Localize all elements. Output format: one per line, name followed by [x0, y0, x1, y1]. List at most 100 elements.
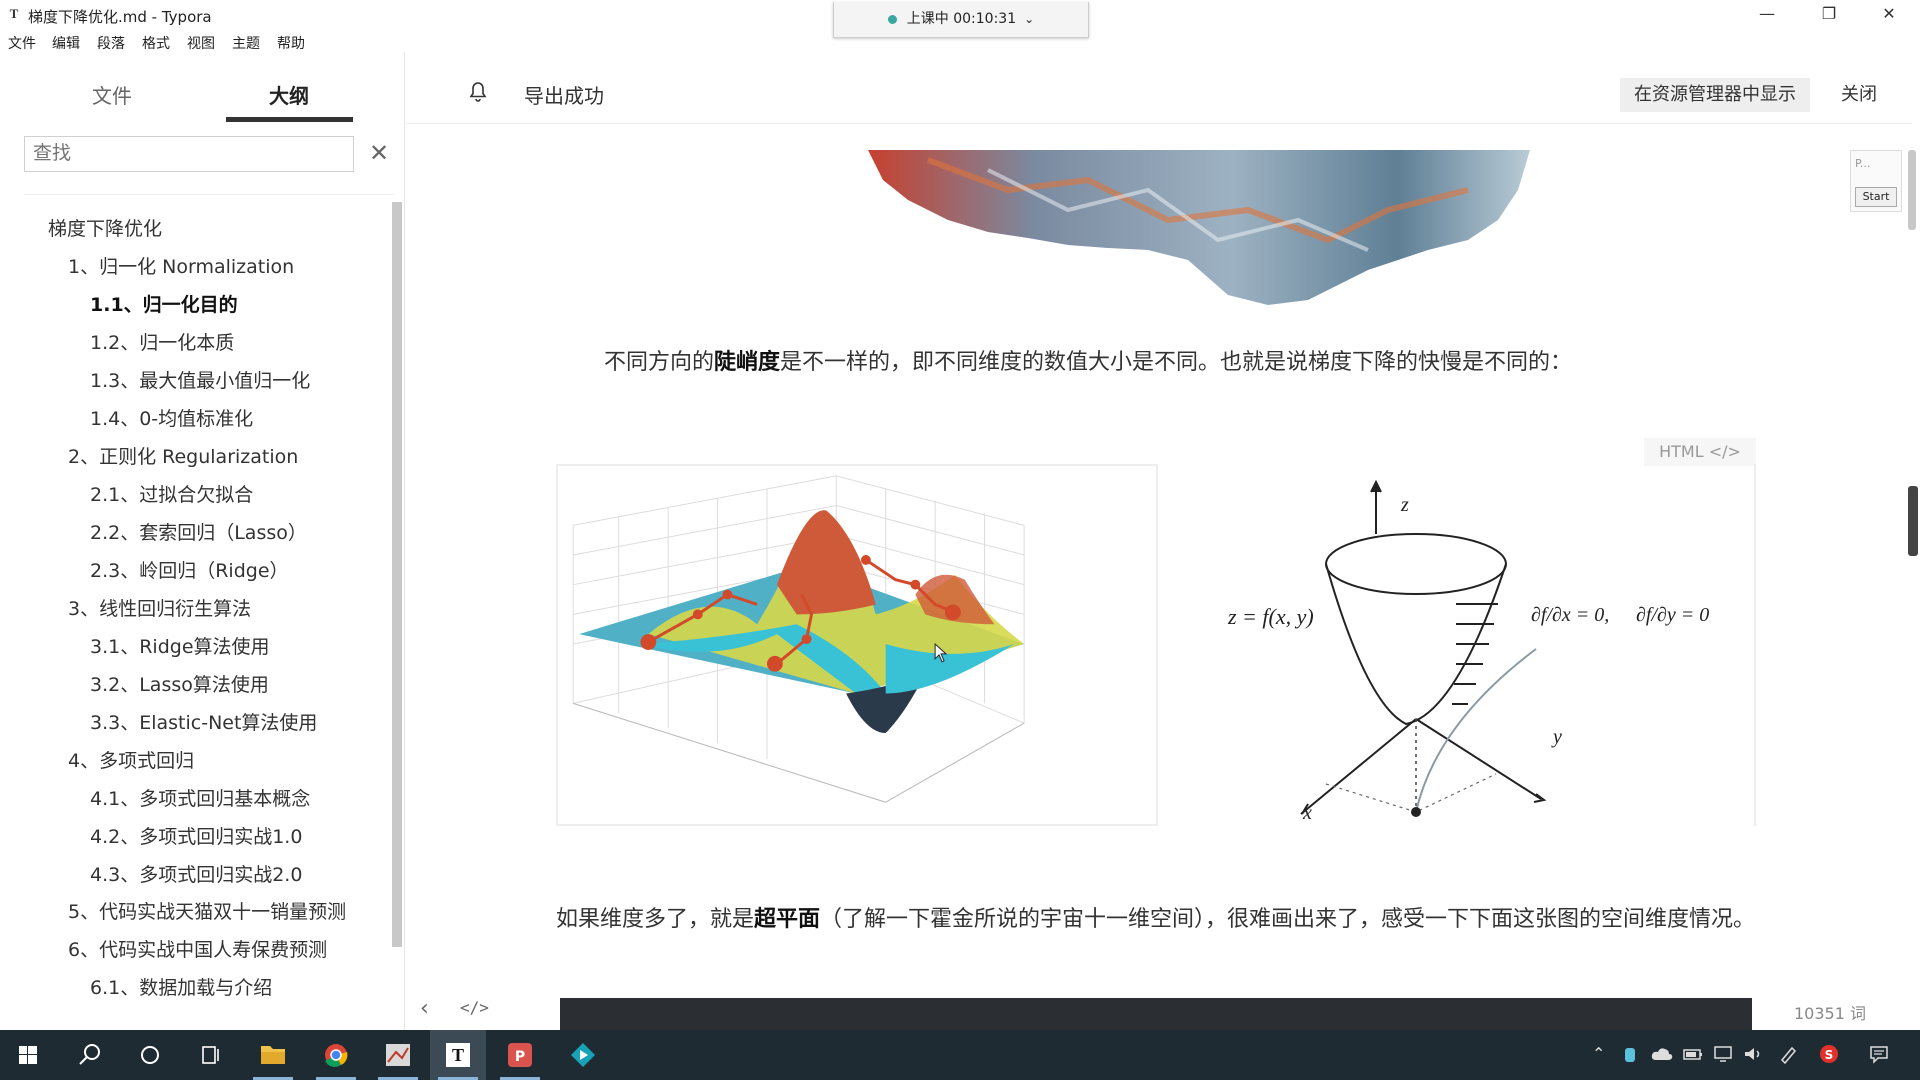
- paragraph: 不同方向的陡峭度是不一样的，即不同维度的数值大小是不同。也就是说梯度下降的快慢是…: [604, 344, 1804, 376]
- sidebar-scrollbar-thumb[interactable]: [392, 202, 402, 947]
- outline-item[interactable]: 2.3、岭回归（Ridge）: [0, 552, 390, 590]
- side-handle[interactable]: [1908, 486, 1918, 556]
- menu-help[interactable]: 帮助: [277, 33, 305, 53]
- file-explorer-icon[interactable]: [245, 1030, 301, 1080]
- formula-z: z = f(x, y): [1228, 604, 1314, 629]
- paragraph-text: 是不一样的，即不同维度的数值大小是不同。也就是说梯度下降的快慢是不同的：: [780, 350, 1573, 375]
- search-icon[interactable]: [62, 1030, 118, 1080]
- minimize-button[interactable]: —: [1744, 0, 1790, 30]
- paraboloid-image: [1300, 479, 1547, 817]
- chevron-up-icon[interactable]: ⌃: [1592, 1044, 1605, 1063]
- svg-text:T: T: [452, 1045, 464, 1065]
- outline-item[interactable]: 4.3、多项式回归实战2.0: [0, 856, 390, 894]
- word-count[interactable]: 10351 词: [1794, 1000, 1866, 1024]
- notification-center-icon[interactable]: [1868, 1044, 1890, 1068]
- divider: [24, 194, 394, 195]
- window-title: 梯度下降优化.md - Typora: [28, 8, 212, 26]
- network-icon[interactable]: [1712, 1044, 1734, 1068]
- axis-label-z: z: [1401, 494, 1409, 516]
- notification-message: 导出成功: [524, 84, 604, 108]
- axis-label-y: y: [1553, 726, 1562, 748]
- outline-item[interactable]: 1.2、归一化本质: [0, 324, 390, 362]
- taskbar: T P ⌃ S: [0, 1030, 1920, 1080]
- html-block-tag[interactable]: HTML </>: [1644, 438, 1756, 466]
- outline-item[interactable]: 5、代码实战天猫双十一销量预测: [0, 894, 372, 931]
- typora-app-icon: T: [9, 6, 19, 21]
- outline-item[interactable]: 1.4、0-均值标准化: [0, 400, 390, 438]
- class-session-indicator[interactable]: 上课中 00:10:31 ⌄: [833, 2, 1089, 38]
- menu-edit[interactable]: 编辑: [52, 33, 80, 53]
- task-view-icon[interactable]: [182, 1030, 238, 1080]
- start-button[interactable]: Start: [1855, 187, 1897, 207]
- outline-item[interactable]: 6、代码实战中国人寿保费预测: [0, 931, 390, 969]
- outline-list: 梯度下降优化 1、归一化 Normalization 1.1、归一化目的 1.2…: [0, 210, 390, 1007]
- menu-theme[interactable]: 主题: [232, 33, 260, 53]
- notification-bar: 导出成功 在资源管理器中显示 关闭: [406, 60, 1912, 124]
- outline-item-active[interactable]: 1.1、归一化目的: [0, 286, 390, 324]
- paint-icon[interactable]: [370, 1030, 426, 1080]
- outline-item[interactable]: 1、归一化 Normalization: [0, 248, 390, 286]
- pen-icon[interactable]: [1778, 1044, 1800, 1068]
- source-code-mode-icon[interactable]: </>: [460, 998, 489, 1017]
- tray-app-icon[interactable]: [1622, 1044, 1638, 1068]
- paragraph: 如果维度多了，就是超平面（了解一下霍金所说的宇宙十一维空间），很难画出来了，感受…: [556, 900, 1756, 940]
- close-icon[interactable]: ✕: [364, 136, 394, 170]
- paraboloid-diagram: z x y z = f(x, y) ∂f/∂x = 0, ∂f/∂y = 0: [1206, 464, 1726, 826]
- bold-term: 超平面: [754, 907, 821, 932]
- tab-files[interactable]: 文件: [92, 80, 132, 109]
- outline-item[interactable]: 2.1、过拟合欠拟合: [0, 476, 390, 514]
- outline-item[interactable]: 3.1、Ridge算法使用: [0, 628, 390, 666]
- outline-item[interactable]: 梯度下降优化: [0, 210, 390, 248]
- cortana-icon[interactable]: [122, 1030, 178, 1080]
- toggle-sidebar-icon[interactable]: ‹: [420, 996, 429, 1021]
- recording-dot-icon: [887, 14, 897, 24]
- gradient-descent-3d-plot-image: [556, 464, 1158, 826]
- tab-outline[interactable]: 大纲: [269, 80, 309, 109]
- chevron-down-icon: ⌄: [1024, 12, 1035, 26]
- close-window-button[interactable]: ✕: [1866, 0, 1912, 30]
- status-bar: ‹ </> 10351 词: [406, 990, 1912, 1030]
- paragraph-text: （了解一下霍金所说的宇宙十一维空间），很难画出来了，感受一下下面这张图的空间维度…: [820, 907, 1756, 932]
- battery-icon[interactable]: [1682, 1044, 1704, 1068]
- media-player-icon[interactable]: [555, 1030, 611, 1080]
- outline-item[interactable]: 1.3、最大值最小值归一化: [0, 362, 390, 400]
- chrome-icon[interactable]: [308, 1030, 364, 1080]
- formula-partial-x: ∂f/∂x = 0,: [1531, 604, 1610, 626]
- outline-item[interactable]: 4.1、多项式回归基本概念: [0, 780, 390, 818]
- menu-file[interactable]: 文件: [8, 33, 36, 53]
- typora-taskbar-icon[interactable]: T: [430, 1030, 486, 1080]
- outline-item[interactable]: 3.2、Lasso算法使用: [0, 666, 390, 704]
- outline-item[interactable]: 2.2、套索回归（Lasso）: [0, 514, 390, 552]
- outline-item[interactable]: 6.1、数据加载与介绍: [0, 969, 390, 1007]
- menu-bar: 文件 编辑 段落 格式 视图 主题 帮助: [0, 30, 400, 52]
- editor-content[interactable]: 不同方向的陡峭度是不一样的，即不同维度的数值大小是不同。也就是说梯度下降的快慢是…: [406, 124, 1912, 1032]
- paragraph-text: 如果维度多了，就是: [556, 907, 755, 932]
- outline-item[interactable]: 4、多项式回归: [0, 742, 390, 780]
- volume-icon[interactable]: [1742, 1044, 1764, 1068]
- menu-view[interactable]: 视图: [187, 33, 215, 53]
- menu-format[interactable]: 格式: [142, 33, 170, 53]
- wps-presentation-icon[interactable]: P: [492, 1030, 548, 1080]
- bell-icon: [469, 82, 487, 102]
- outline-item[interactable]: 3、线性回归衍生算法: [0, 590, 390, 628]
- outline-search-input[interactable]: [24, 136, 354, 172]
- outline-item[interactable]: 3.3、Elastic-Net算法使用: [0, 704, 390, 742]
- svg-text:P: P: [515, 1049, 525, 1065]
- paragraph-text: 不同方向的: [604, 350, 715, 375]
- windows-start-icon[interactable]: [0, 1030, 56, 1080]
- sidebar: 文件 大纲 ✕ 梯度下降优化 1、归一化 Normalization 1.1、归…: [0, 52, 405, 1030]
- cloud-icon[interactable]: [1650, 1044, 1674, 1068]
- maximize-button[interactable]: ❐: [1806, 0, 1852, 30]
- axis-label-x: x: [1303, 802, 1312, 824]
- outline-item[interactable]: 4.2、多项式回归实战1.0: [0, 818, 390, 856]
- show-in-explorer-button[interactable]: 在资源管理器中显示: [1620, 78, 1810, 112]
- menu-paragraph[interactable]: 段落: [97, 33, 125, 53]
- close-notification-button[interactable]: 关闭: [1824, 78, 1894, 112]
- formula-partial-y: ∂f/∂y = 0: [1636, 604, 1710, 626]
- editor-scrollbar-thumb[interactable]: [1908, 150, 1916, 230]
- sogou-ime-icon[interactable]: S: [1818, 1044, 1840, 1068]
- session-label: 上课中 00:10:31: [906, 11, 1017, 27]
- bold-term: 陡峭度: [714, 350, 781, 375]
- active-tab-indicator: [226, 117, 353, 122]
- outline-item[interactable]: 2、正则化 Regularization: [0, 438, 390, 476]
